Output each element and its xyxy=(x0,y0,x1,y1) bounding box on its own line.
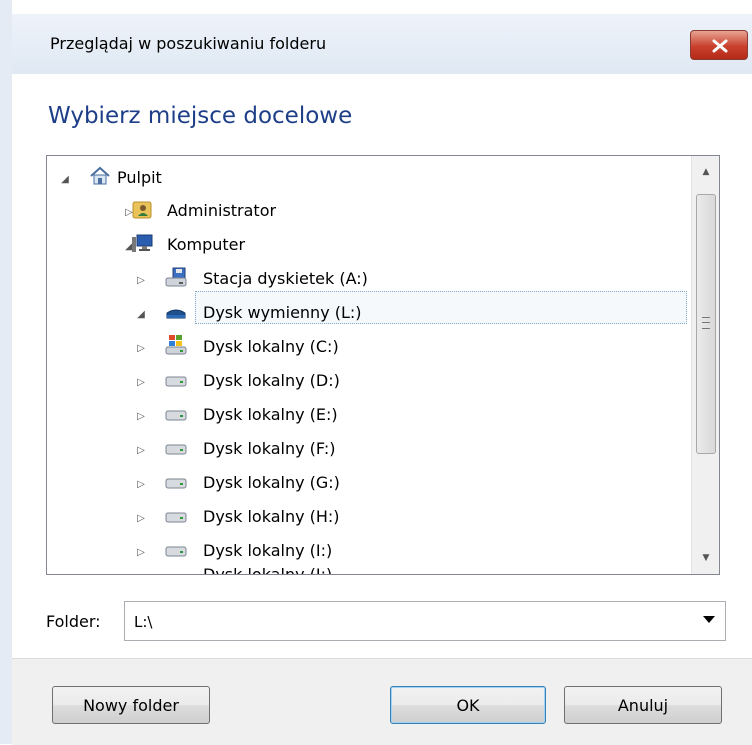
tree-scrollbar[interactable]: ▲ ▼ xyxy=(691,156,719,574)
collapsed-arrow-icon[interactable]: ▷ xyxy=(135,478,147,490)
hard-drive-icon xyxy=(165,410,187,421)
scroll-up-arrow-icon[interactable]: ▲ xyxy=(692,162,719,182)
collapsed-arrow-icon[interactable]: ▷ xyxy=(135,274,147,286)
hard-drive-icon xyxy=(165,478,187,489)
tree-item-label[interactable]: Dysk lokalny (C:) xyxy=(203,337,339,356)
desktop-home-icon xyxy=(90,166,110,185)
cancel-button[interactable]: Anuluj xyxy=(564,686,722,724)
tree-item-label[interactable]: Stacja dyskietek (A:) xyxy=(203,269,368,288)
window-frame-top xyxy=(0,0,752,14)
floppy-drive-icon xyxy=(165,267,187,287)
scroll-thumb[interactable] xyxy=(696,194,716,454)
windows-drive-icon xyxy=(165,335,187,355)
folder-path-combobox[interactable]: L:\ xyxy=(124,601,726,641)
tree-item-label[interactable]: Dysk lokalny (H:) xyxy=(203,507,340,526)
scroll-grip-icon xyxy=(702,317,710,329)
collapsed-arrow-icon[interactable]: ▷ xyxy=(135,376,147,388)
tree-item-label[interactable]: Administrator xyxy=(167,201,276,220)
dropdown-arrow-icon[interactable] xyxy=(703,616,715,623)
folder-tree[interactable]: ◢ Pulpit ▷ Administrator ◢ Komputer ▷ St… xyxy=(46,155,720,575)
tree-item-label[interactable]: Dysk lokalny (F:) xyxy=(203,439,335,458)
collapsed-arrow-icon[interactable]: ▷ xyxy=(135,444,147,456)
tree-item-label[interactable]: Dysk lokalny (I:) xyxy=(203,541,332,560)
expanded-arrow-icon[interactable]: ◢ xyxy=(59,173,71,185)
tree-item-label[interactable]: Dysk wymienny (L:) xyxy=(203,303,362,322)
scroll-down-arrow-icon[interactable]: ▼ xyxy=(692,548,719,568)
expanded-arrow-icon[interactable]: ◢ xyxy=(135,308,147,320)
ok-button[interactable]: OK xyxy=(390,686,546,724)
hard-drive-icon xyxy=(165,572,187,575)
collapsed-arrow-icon[interactable]: ▷ xyxy=(135,546,147,558)
computer-icon xyxy=(132,234,153,252)
hard-drive-icon xyxy=(165,376,187,387)
tree-item-label[interactable]: Komputer xyxy=(167,235,245,254)
new-folder-button[interactable]: Nowy folder xyxy=(52,686,210,724)
hard-drive-icon xyxy=(165,546,187,557)
tree-item-label[interactable]: Dysk lokalny (E:) xyxy=(203,405,338,424)
tree-item-label[interactable]: Dysk lokalny (D:) xyxy=(203,371,340,390)
collapsed-arrow-icon[interactable]: ▷ xyxy=(135,410,147,422)
user-folder-icon xyxy=(132,201,152,219)
tree-item-label[interactable]: Pulpit xyxy=(117,168,162,187)
removable-drive-icon xyxy=(166,309,186,319)
close-button[interactable] xyxy=(690,30,748,60)
hard-drive-icon xyxy=(165,444,187,455)
folder-label: Folder: xyxy=(46,612,101,631)
folder-path-value[interactable]: L:\ xyxy=(134,613,152,631)
hard-drive-icon xyxy=(165,512,187,523)
collapsed-arrow-icon[interactable]: ▷ xyxy=(135,342,147,354)
window-title: Przeglądaj w poszukiwaniu folderu xyxy=(50,34,327,53)
window-frame-left xyxy=(0,0,12,744)
tree-item-label[interactable]: Dysk lokalny (J:) xyxy=(203,565,332,574)
tree-item-label[interactable]: Dysk lokalny (G:) xyxy=(203,473,340,492)
close-icon xyxy=(712,39,728,53)
dialog-heading: Wybierz miejsce docelowe xyxy=(48,103,353,129)
collapsed-arrow-icon[interactable]: ▷ xyxy=(135,512,147,524)
